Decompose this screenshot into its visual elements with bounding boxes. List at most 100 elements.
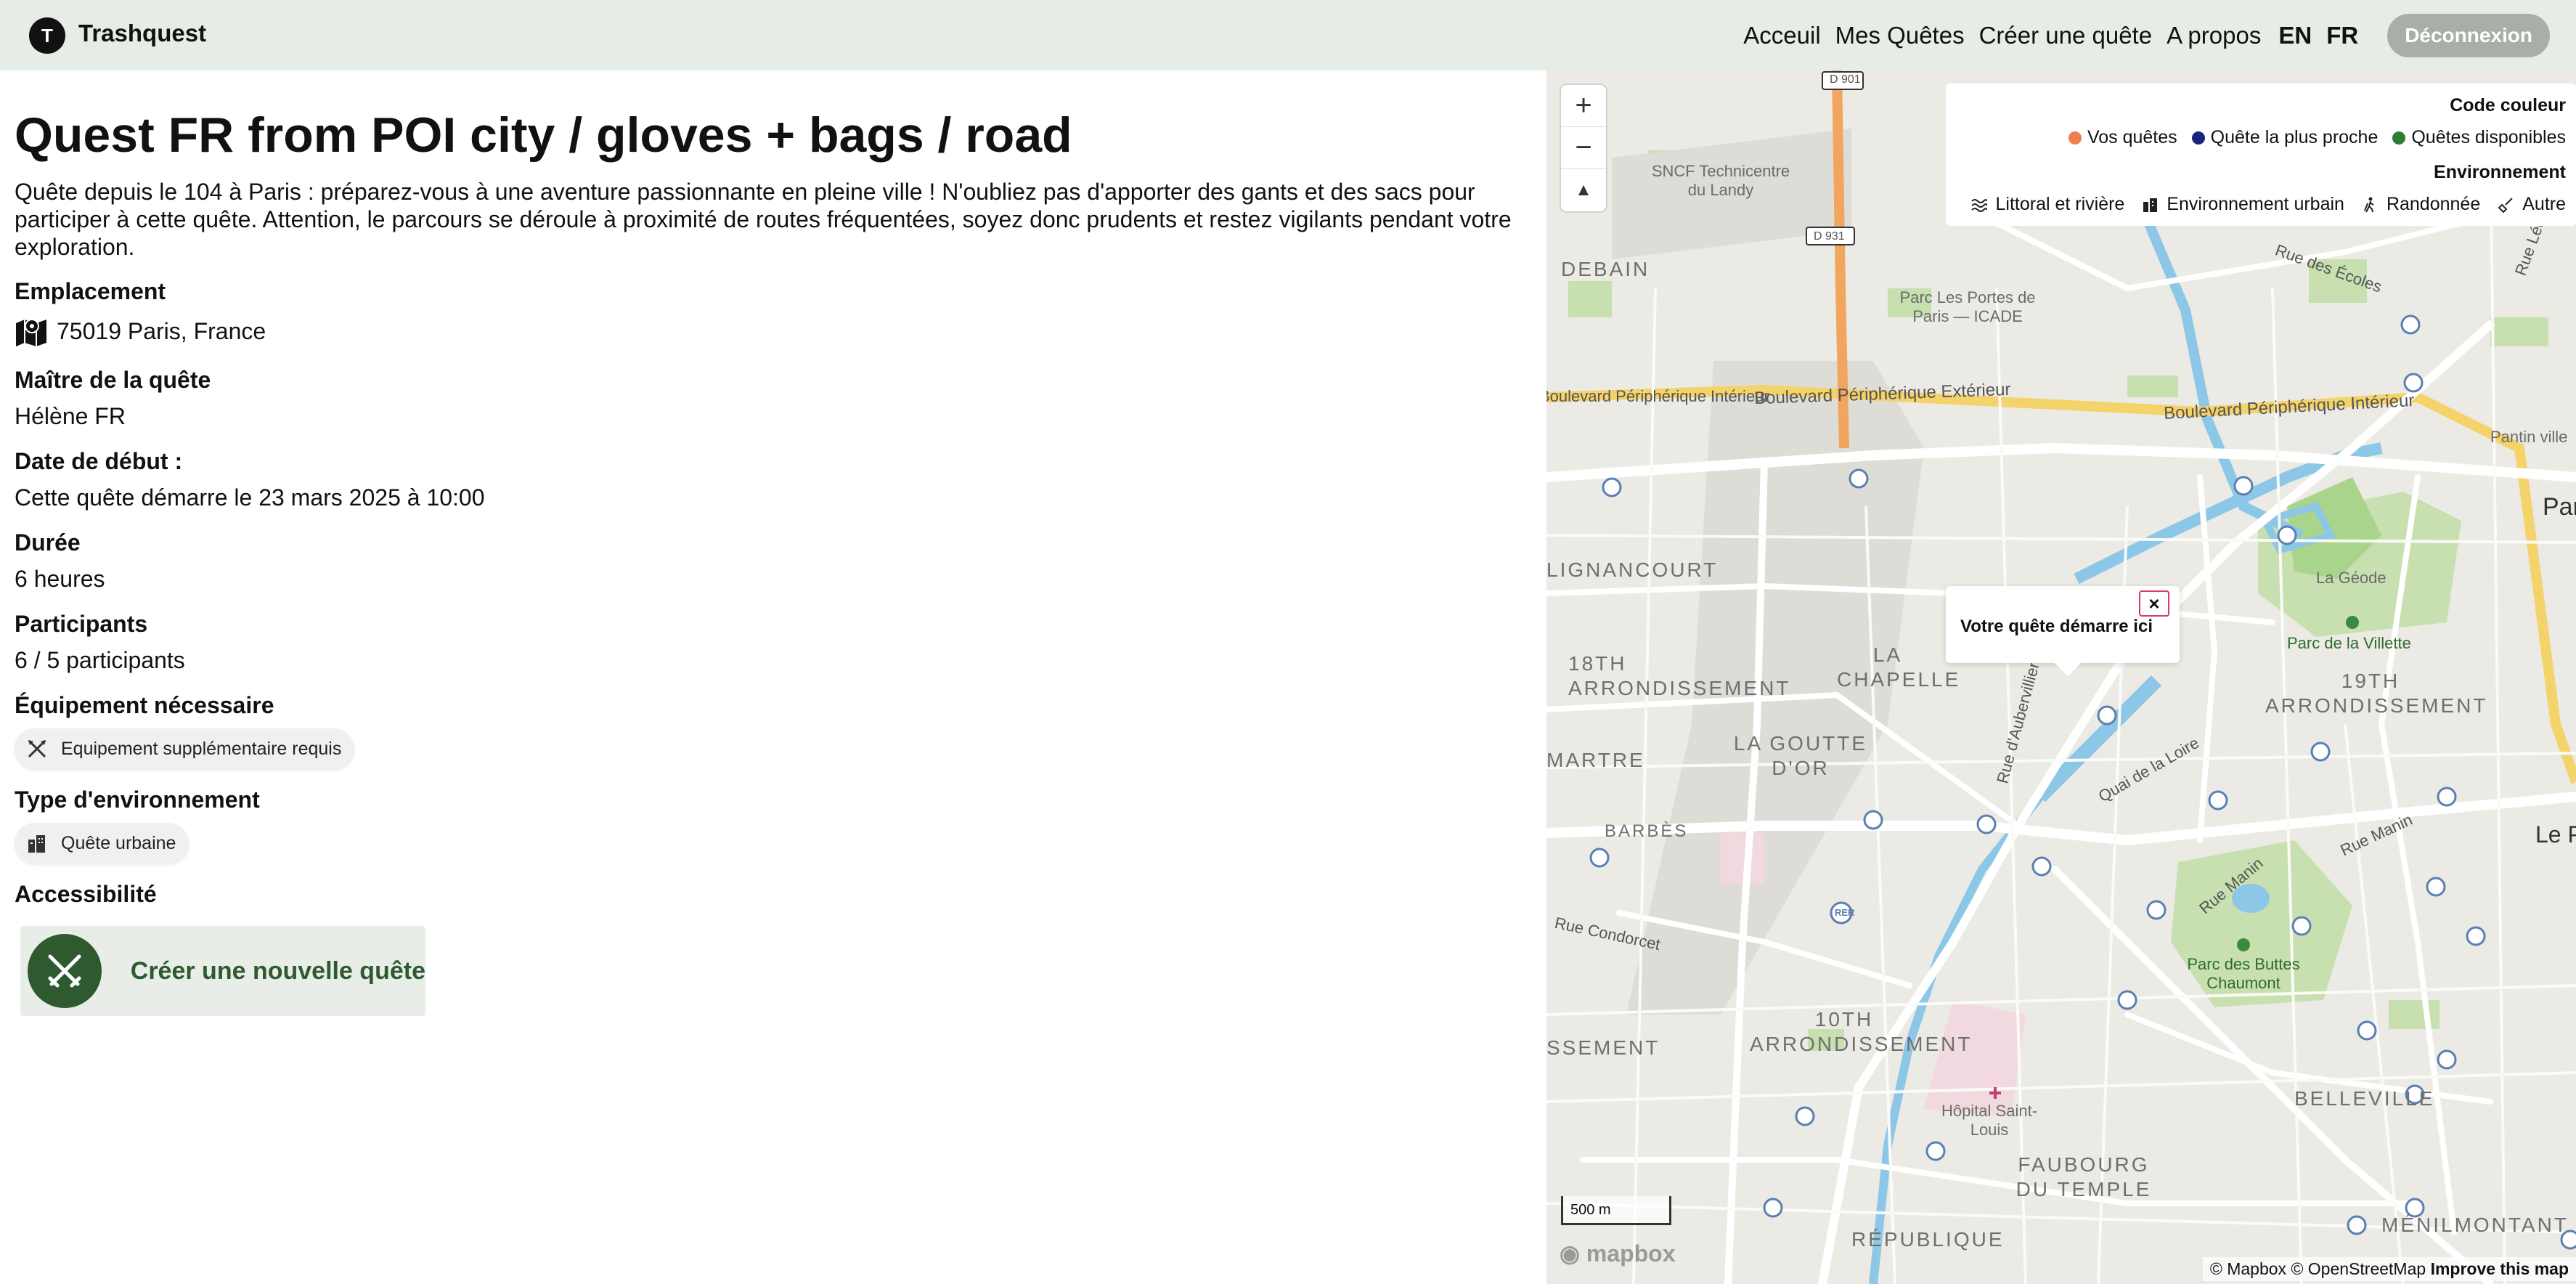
quest-map[interactable]: D 901 D 931 SNCF Technicentre du Landy D… xyxy=(1546,70,2576,1284)
location-label: Emplacement xyxy=(15,278,166,304)
brand-name[interactable]: Trashquest xyxy=(78,20,206,47)
equipment-label: Équipement nécessaire xyxy=(15,692,274,718)
navy-dot-icon xyxy=(2191,131,2205,145)
legend-env-urban: Environnement urbain xyxy=(2142,194,2344,215)
brand-logo-letter: T xyxy=(41,24,53,46)
start-date-label: Date de début : xyxy=(15,448,183,474)
map-label-goutte-dor: LA GOUTTE D'OR xyxy=(1733,732,1868,779)
legend-your-quests: Vos quêtes xyxy=(2087,127,2177,147)
zoom-out-button[interactable]: − xyxy=(1561,127,1606,169)
map-label-arr10: 10TH ARRONDISSEMENT xyxy=(1750,1008,1973,1055)
road-label-d931: D 931 xyxy=(1814,230,1845,243)
crossed-tools-icon xyxy=(28,739,46,758)
map-label-la-geode: La Géode xyxy=(2316,569,2387,587)
duration-label: Durée xyxy=(15,529,81,556)
map-scale: 500 m xyxy=(1561,1196,1671,1225)
map-label-ssement: SSEMENT xyxy=(1546,1036,1660,1059)
rer-marker-label: RER xyxy=(1835,907,1855,918)
legend-env-coast: Littoral et rivière xyxy=(1970,194,2124,215)
map-label-buttes-chaumont: Parc des Buttes Chaumont xyxy=(2187,955,2300,992)
lang-en-button[interactable]: EN xyxy=(2278,22,2312,49)
nav-about[interactable]: A propos xyxy=(2167,22,2261,49)
map-label-belleville: BELLEVILLE xyxy=(2294,1087,2435,1110)
map-label-parc-villette: Parc de la Villette xyxy=(2287,634,2411,652)
create-quest-button[interactable]: Créer une nouvelle quête xyxy=(20,926,425,1016)
legend-color-title: Code couleur xyxy=(2450,95,2566,115)
legend-env-title: Environnement xyxy=(2434,162,2566,182)
equipment-chip: Equipement supplémentaire requis xyxy=(15,728,355,769)
legend-env-other-label: Autre xyxy=(2522,194,2566,214)
nav-create-quest[interactable]: Créer une quête xyxy=(1979,22,2153,49)
map-label-sncf: SNCF Technicentre du Landy xyxy=(1651,162,1790,199)
legend-available-quests: Quêtes disponibles xyxy=(2411,127,2566,147)
map-label-pantin-ville: Pantin ville xyxy=(2490,428,2568,446)
accessibility-label: Accessibilité xyxy=(15,881,157,907)
brand-logo[interactable]: T xyxy=(29,17,65,54)
map-label-lignancourt: LIGNANCOURT xyxy=(1546,558,1719,581)
waves-icon xyxy=(1971,198,1988,212)
road-label-d901: D 901 xyxy=(1830,73,1861,86)
legend-env-urban-label: Environnement urbain xyxy=(2167,194,2344,214)
environment-label: Type d'environnement xyxy=(15,787,260,813)
popup-text: Votre quête démarre ici xyxy=(1960,617,2153,636)
logout-button[interactable]: Déconnexion xyxy=(2387,13,2550,57)
page-title: Quest FR from POI city / gloves + bags /… xyxy=(15,107,1072,163)
map-label-hopital: Hôpital Saint-Louis xyxy=(1941,1102,2038,1139)
map-attribution: © Mapbox © OpenStreetMap Improve this ma… xyxy=(2202,1257,2576,1281)
top-navbar: T Trashquest Acceuil Mes Quêtes Créer un… xyxy=(0,0,2576,70)
zoom-in-button[interactable]: + xyxy=(1561,85,1606,127)
map-zoom-controls: + − ▲ xyxy=(1561,85,1606,211)
map-label-faubourg: FAUBOURG DU TEMPLE xyxy=(2015,1153,2152,1200)
compass-reset-button[interactable]: ▲ xyxy=(1561,169,1606,211)
mapbox-logo-text: mapbox xyxy=(1586,1240,1676,1267)
city-buildings-icon xyxy=(2143,198,2158,212)
main-nav: Acceuil Mes Quêtes Créer une quête A pro… xyxy=(1743,0,2576,70)
participants-value: 6 / 5 participants xyxy=(15,647,185,673)
nav-my-quests[interactable]: Mes Quêtes xyxy=(1835,22,1965,49)
start-date-value: Cette quête démarre le 23 mars 2025 à 10… xyxy=(15,484,485,511)
environment-chip-label: Quête urbaine xyxy=(61,832,176,853)
map-label-debain: DEBAIN xyxy=(1561,258,1650,280)
map-legend: Code couleur Vos quêtes Quête la plus pr… xyxy=(1946,84,2576,226)
orange-dot-icon xyxy=(2068,131,2082,145)
location-value: 75019 Paris, France xyxy=(57,317,266,344)
map-location-icon xyxy=(16,319,46,346)
hiker-icon xyxy=(2364,197,2374,212)
map-label-barbes: BARBÈS xyxy=(1605,821,1689,841)
quest-master-value: Hélène FR xyxy=(15,403,126,429)
mapbox-logo[interactable]: ◉ mapbox xyxy=(1560,1240,1676,1267)
map-label-arr19: 19TH ARRONDISSEMENT xyxy=(2265,670,2488,717)
nav-home[interactable]: Acceuil xyxy=(1743,22,1820,49)
map-label-menilmontant: MÉNILMONTANT xyxy=(2381,1214,2569,1236)
equipment-chip-label: Equipement supplémentaire requis xyxy=(61,738,342,759)
environment-chip: Quête urbaine xyxy=(15,823,189,864)
map-label-le-p: Le P xyxy=(2535,821,2576,848)
broom-icon xyxy=(2498,197,2513,213)
location-row: 75019 Paris, France xyxy=(15,316,266,346)
map-label-republique: RÉPUBLIQUE xyxy=(1851,1228,2005,1251)
attribution-mapbox-link[interactable]: © Mapbox xyxy=(2210,1259,2286,1278)
green-dot-icon xyxy=(2392,131,2406,145)
close-icon[interactable]: × xyxy=(2139,590,2169,617)
map-label-montmartre: MARTRE xyxy=(1546,749,1645,771)
improve-map-link[interactable]: Improve this map xyxy=(2431,1259,2569,1278)
legend-env-coast-label: Littoral et rivière xyxy=(1995,194,2125,214)
participants-label: Participants xyxy=(15,611,148,637)
legend-nearest-quest: Quête la plus proche xyxy=(2210,127,2379,147)
legend-env-hiking-label: Randonnée xyxy=(2386,194,2481,214)
legend-env-hiking: Randonnée xyxy=(2362,194,2480,215)
legend-environments: Littoral et rivière Environnement urbain… xyxy=(1953,194,2566,215)
map-label-parc-portes: Parc Les Portes de Paris — ICADE xyxy=(1899,288,2036,325)
quest-master-label: Maître de la quête xyxy=(15,367,211,393)
duration-value: 6 heures xyxy=(15,566,105,592)
city-buildings-icon xyxy=(28,835,45,853)
map-label-periph-int-left: Boulevard Périphérique Intérieur xyxy=(1546,387,1769,405)
crossed-swords-icon xyxy=(28,934,102,1008)
map-label-par: Par xyxy=(2543,493,2576,521)
map-label-la-chapelle: LA CHAPELLE xyxy=(1837,643,1961,691)
attribution-osm-link[interactable]: © OpenStreetMap xyxy=(2291,1259,2426,1278)
create-quest-label: Créer une nouvelle quête xyxy=(130,956,425,985)
lang-fr-button[interactable]: FR xyxy=(2326,22,2358,49)
quest-description: Quête depuis le 104 à Paris : préparez-v… xyxy=(15,179,1512,260)
legend-colors: Vos quêtes Quête la plus proche Quêtes d… xyxy=(2054,127,2566,148)
